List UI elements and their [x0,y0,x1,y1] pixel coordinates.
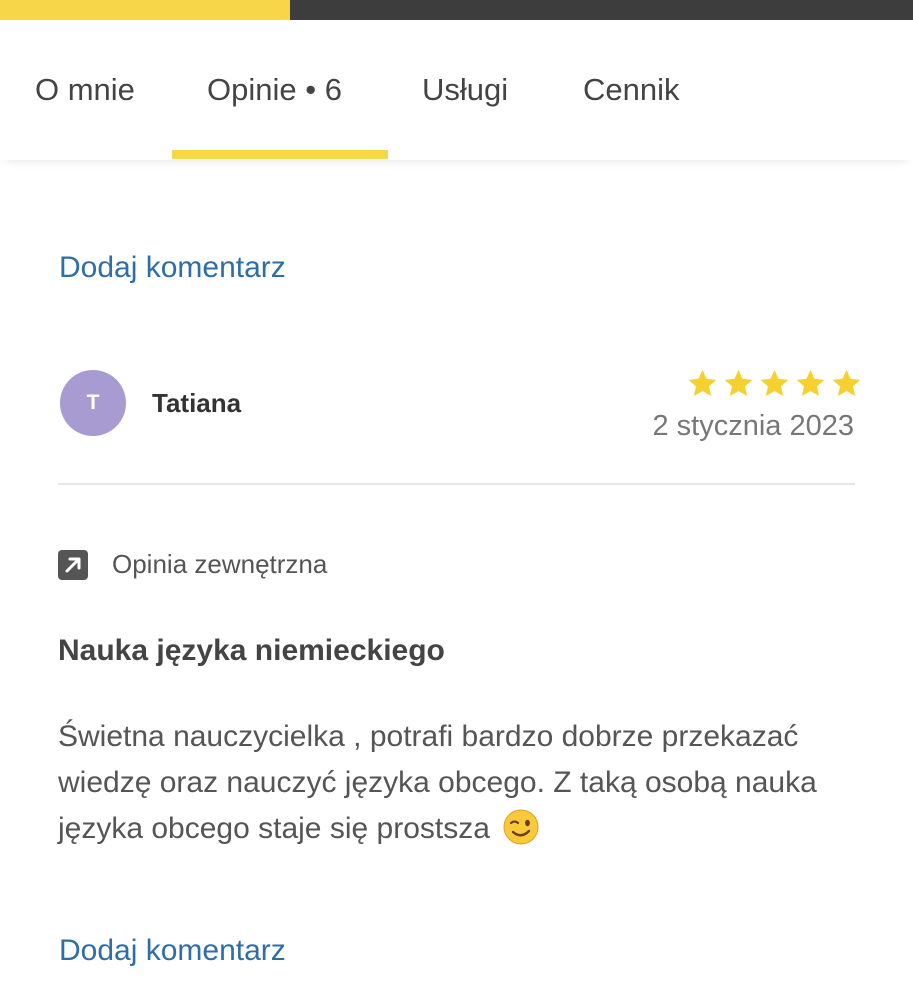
star-icon [796,370,825,396]
rating-stars [686,368,863,400]
add-comment-link-bottom[interactable]: Dodaj komentarz [59,934,286,968]
tab-pricing[interactable]: Cennik [583,72,680,108]
external-link-icon [58,550,88,580]
tab-reviews[interactable]: Opinie • 6 [207,72,342,108]
active-tab-indicator [172,150,388,159]
tab-bar: O mnie Opinie • 6 Usługi Cennik [0,20,913,160]
tab-about[interactable]: O mnie [35,72,135,108]
star-icon [688,370,717,396]
review-body: Świetna nauczycielka , potrafi bardzo do… [58,714,858,852]
review-author: Tatiana [152,388,242,418]
review-source-label: Opinia zewnętrzna [112,549,328,579]
review-title: Nauka języka niemieckiego [58,634,445,667]
progress-bar-fill [0,0,291,20]
winking-face-icon [503,809,539,845]
star-icon [832,370,861,396]
avatar: T [60,370,126,436]
progress-bar [0,0,913,20]
divider [58,483,855,485]
add-comment-link-top[interactable]: Dodaj komentarz [59,251,286,285]
tab-services[interactable]: Usługi [422,72,508,108]
review-body-text: Świetna nauczycielka , potrafi bardzo do… [58,720,817,845]
star-icon [760,370,789,396]
star-icon [724,370,753,396]
review-date: 2 stycznia 2023 [652,410,854,442]
